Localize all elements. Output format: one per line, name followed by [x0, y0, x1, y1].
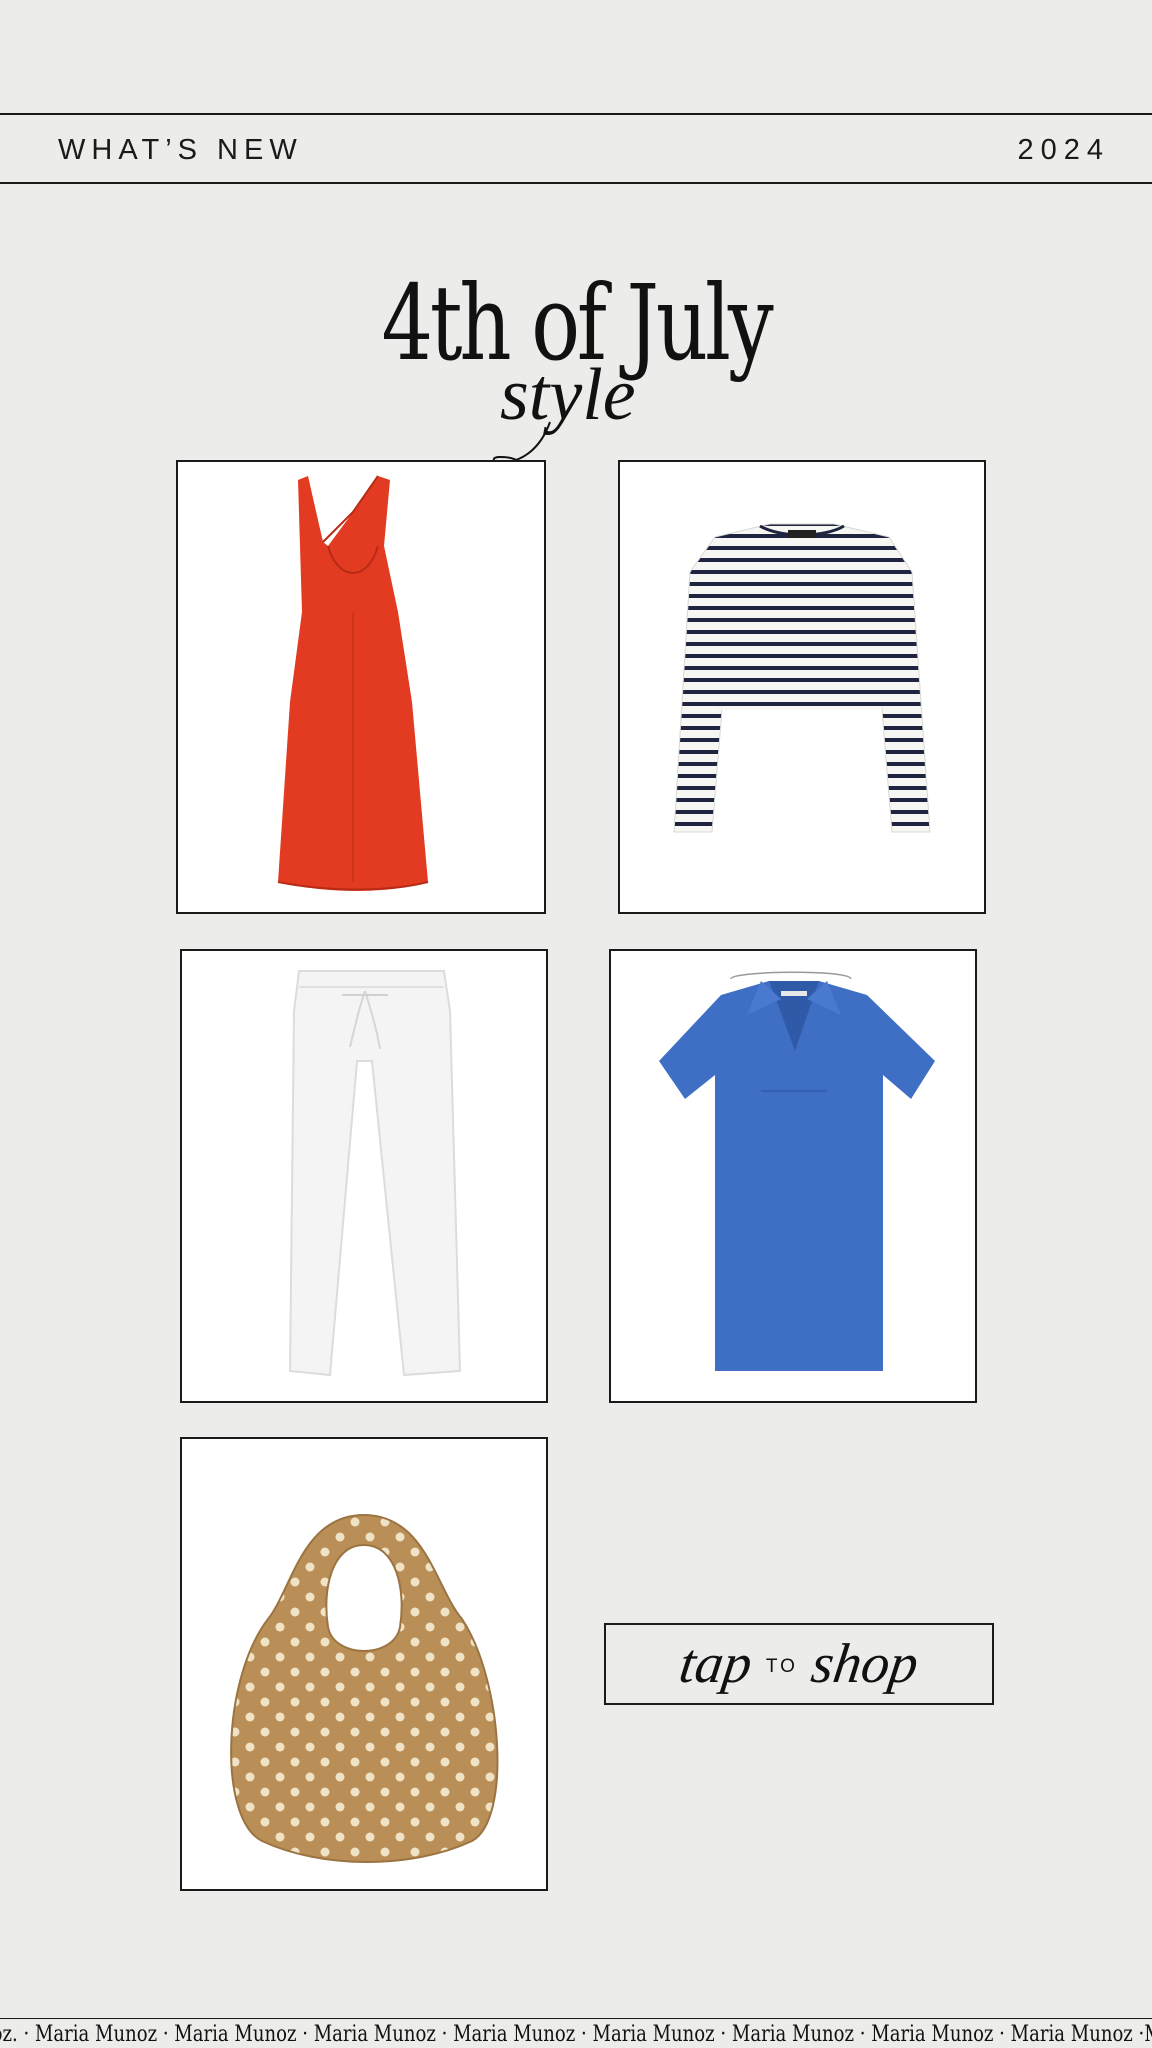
white-linen-pants-image — [288, 970, 462, 1377]
footer-rule — [0, 2018, 1152, 2019]
striped-crop-top-image — [673, 523, 931, 833]
product-card-beaded-straw-bag[interactable] — [180, 1437, 548, 1891]
header-bottom-rule — [0, 182, 1152, 184]
footer-ticker: noz. · Maria Munoz · Maria Munoz · Maria… — [0, 2022, 1152, 2048]
beaded-straw-bag-image — [230, 1513, 499, 1863]
product-card-striped-crop-top[interactable] — [618, 460, 986, 914]
cta-word-tap: tap — [675, 1633, 757, 1695]
cta-word-shop: shop — [807, 1633, 923, 1695]
product-card-red-tank-dress[interactable] — [176, 460, 546, 914]
tap-to-shop-button[interactable]: tap TO shop — [604, 1623, 994, 1705]
product-card-blue-polo-dress[interactable] — [609, 949, 977, 1403]
product-card-white-linen-pants[interactable] — [180, 949, 548, 1403]
red-tank-dress-image — [277, 475, 429, 891]
cta-word-to: TO — [765, 1656, 798, 1677]
header-top-rule — [0, 113, 1152, 115]
blue-polo-dress-image — [659, 971, 935, 1371]
header-whats-new: WHAT’S NEW — [58, 134, 303, 166]
header-year: 2024 — [1017, 134, 1110, 166]
footer-ticker-text: noz. · Maria Munoz · Maria Munoz · Maria… — [0, 2022, 1152, 2047]
